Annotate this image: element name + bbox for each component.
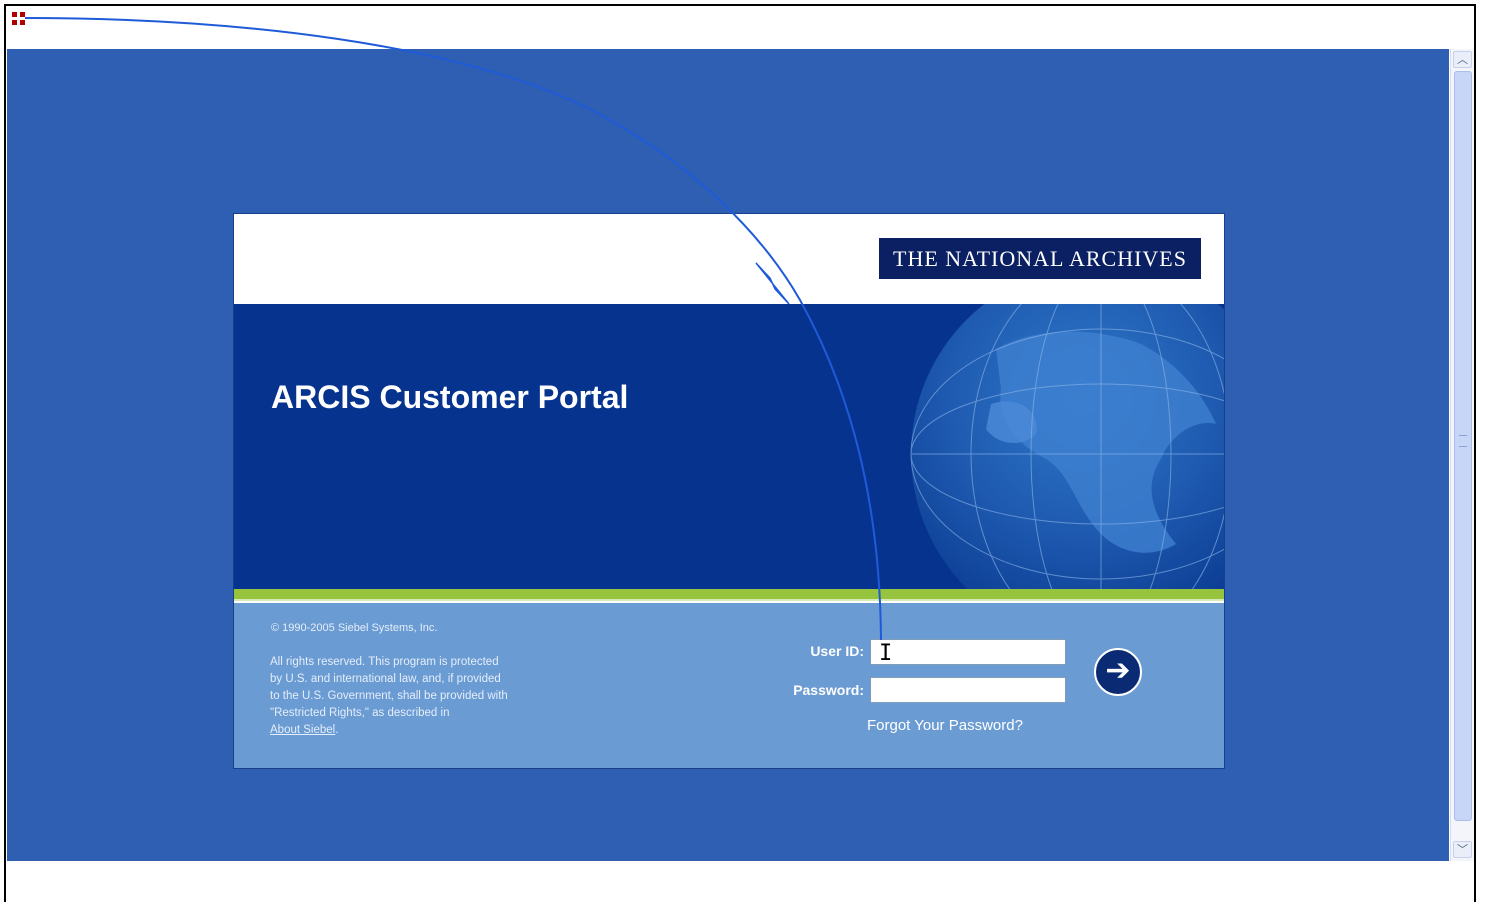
legal-line: to the U.S. Government, shall be provide… <box>270 690 508 702</box>
forgot-password-link[interactable]: Forgot Your Password? <box>867 717 1023 734</box>
login-panel: © 1990-2005 Siebel Systems, Inc. All rig… <box>234 603 1224 768</box>
scroll-thumb[interactable] <box>1454 71 1472 821</box>
right-arrow-icon: ➔ <box>1105 654 1131 687</box>
password-label: Password: <box>793 682 864 698</box>
national-archives-logo: THE NATIONAL ARCHIVES <box>879 238 1201 279</box>
globe-icon <box>871 304 1224 589</box>
grip-icon <box>1459 435 1467 447</box>
scroll-down-button[interactable]: ﹀ <box>1453 841 1472 858</box>
about-siebel-link[interactable]: About Siebel <box>270 724 335 736</box>
scroll-up-button[interactable]: ︿ <box>1453 51 1472 68</box>
card-header: THE NATIONAL ARCHIVES <box>234 214 1224 304</box>
about-suffix: . <box>335 724 339 736</box>
text-cursor-icon: 𝙸 <box>879 641 893 666</box>
legal-notice: All rights reserved. This program is pro… <box>270 654 570 739</box>
copyright-text: © 1990-2005 Siebel Systems, Inc. <box>271 622 438 634</box>
legal-line: "Restricted Rights," as described in <box>270 707 450 719</box>
accent-bar <box>234 589 1224 601</box>
vertical-scrollbar[interactable]: ︿ ﹀ <box>1450 49 1474 861</box>
user-id-label: User ID: <box>810 643 864 659</box>
user-id-field[interactable] <box>870 639 1066 665</box>
about-line: About Siebel. <box>270 722 570 739</box>
page-title: ARCIS Customer Portal <box>271 379 629 415</box>
portal-banner: ARCIS Customer Portal <box>234 304 1224 589</box>
legal-line: All rights reserved. This program is pro… <box>270 656 499 668</box>
password-field[interactable] <box>870 677 1066 703</box>
login-submit-button[interactable]: ➔ <box>1094 648 1142 696</box>
chevron-down-icon: ﹀ <box>1457 844 1468 856</box>
chevron-up-icon: ︿ <box>1457 54 1468 66</box>
login-card: THE NATIONAL ARCHIVES ARCIS Customer Por… <box>233 213 1225 769</box>
legal-line: by U.S. and international law, and, if p… <box>270 673 501 685</box>
